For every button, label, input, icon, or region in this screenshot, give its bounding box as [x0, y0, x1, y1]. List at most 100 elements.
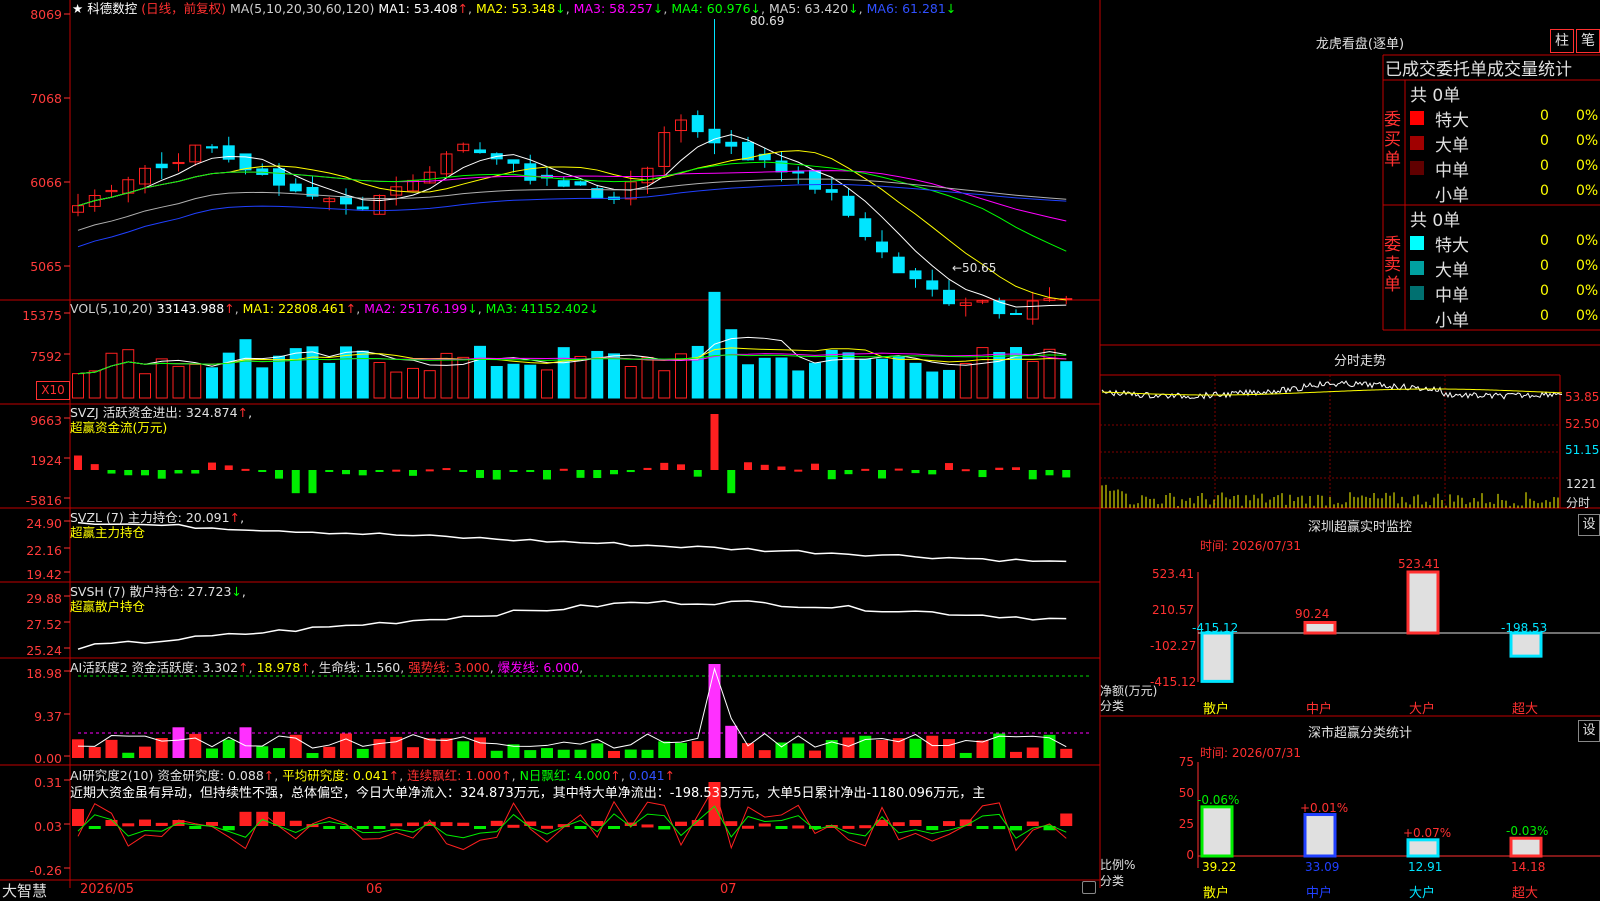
sell-row-name: 小单 [1435, 311, 1469, 331]
sz-class-settings-button[interactable]: 设 [1578, 720, 1600, 742]
sz-monitor-title: 深圳超赢实时监控 [1307, 520, 1412, 535]
chart-mode[interactable]: (日线，前复权) [141, 1, 226, 16]
ai-active-bar [139, 746, 151, 758]
svzj-bar [291, 470, 300, 494]
ai-research-bar [373, 826, 386, 829]
ai-research-bar [490, 820, 503, 826]
svsh-label: SVSH (7) 散户持仓: 27.723 [70, 584, 232, 599]
sz-monitor-ylabel: 523.41 [1152, 567, 1194, 581]
class-change-label: -0.06% [1197, 792, 1240, 807]
svzl-header: SVZL (7) 主力持仓: 20.091↑, [70, 510, 245, 525]
class-value-label: 33.09 [1305, 860, 1340, 874]
ai-active-bar [926, 735, 939, 758]
ai-research-bar [775, 826, 788, 829]
ai-research-bar [440, 822, 453, 826]
ai-research-bar [1010, 826, 1022, 831]
bar-mode-button[interactable]: 柱 [1550, 29, 1574, 53]
monitor-value-label: 523.41 [1398, 557, 1440, 571]
intraday-title: 分时走势 [1333, 354, 1386, 369]
sz-class-title: 深市超赢分类统计 [1307, 726, 1412, 741]
ai-research-nday: N日飘红: 4.000 [519, 768, 611, 783]
ai-active-bar [792, 743, 805, 758]
candle-body [943, 289, 955, 305]
ai-research-bar [155, 822, 168, 826]
vol-unit-badge[interactable]: X10 [36, 381, 70, 400]
candle-body [809, 169, 821, 190]
ma-line [77, 134, 1067, 308]
ai-active-life: 生命线: 1.560 [318, 660, 401, 675]
ai-research-bar [574, 826, 587, 829]
volume-bar [892, 356, 905, 399]
buy-row-name: 大单 [1435, 136, 1469, 156]
intraday-ylabel: 52.50 [1565, 417, 1600, 431]
svzj-bar [626, 470, 635, 473]
ai-active-bar [809, 750, 821, 758]
lock-icon[interactable] [1082, 881, 1096, 894]
star-icon[interactable]: ★ [72, 1, 83, 16]
svzj-bar [811, 463, 819, 470]
class-value-label: 12.91 [1408, 860, 1443, 874]
sz-class-ylabel: 75 [1178, 755, 1194, 769]
svzj-bar [241, 468, 250, 471]
tick-mode-button[interactable]: 笔 [1576, 29, 1600, 53]
sell-row-pct: 0% [1576, 283, 1599, 299]
volume-bar [742, 364, 754, 399]
candle-body [524, 163, 537, 181]
ai-active-bar [658, 741, 671, 758]
svzj-bar [476, 470, 484, 478]
ai-active-bar [675, 742, 687, 758]
svzj-bar [1062, 470, 1071, 478]
svsh-ylabel: 27.52 [26, 617, 62, 632]
sell-total: 共 0单 [1410, 211, 1461, 231]
ai-active-bar [206, 748, 218, 758]
sell-swatch [1410, 311, 1424, 325]
svzj-sub: 超赢资金流(万元) [70, 420, 168, 435]
ai-active-bar [608, 750, 620, 758]
volume-bar [758, 357, 771, 399]
xaxis-label: 2026/05 [80, 882, 135, 897]
ai-active-bar [1026, 747, 1039, 758]
buy-row-pct: 0% [1576, 108, 1599, 124]
svzj-bar [744, 462, 752, 470]
ai-active-bar [524, 750, 537, 758]
ai-research-bar [675, 821, 687, 826]
svzj-bar [693, 470, 702, 477]
ai-research-bar [507, 824, 520, 828]
ai-active-bar [943, 739, 955, 758]
vol-ylabel: 15375 [22, 308, 62, 323]
ai-active-bar [641, 749, 654, 758]
ai-research-bar [926, 826, 939, 831]
ai-research-bar [792, 825, 805, 829]
svzj-bar [593, 470, 602, 479]
volume-bar [909, 362, 922, 399]
ai-research-bar [289, 820, 302, 826]
svzj-bar [258, 470, 267, 472]
ai-active-bar [758, 750, 771, 758]
ai-active-ylabel: 9.37 [34, 709, 62, 724]
ai-active-v2: 18.978 [256, 660, 301, 675]
ai-active-bar [239, 727, 252, 758]
sz-monitor-settings-button[interactable]: 设 [1578, 514, 1600, 536]
sz-class-cat: 分类 [1100, 874, 1125, 888]
candle-body [557, 180, 570, 187]
sell-swatch [1410, 236, 1424, 250]
main-chart-canvas[interactable] [0, 0, 1600, 900]
volume-bar [926, 371, 939, 399]
ai-active-bar [842, 737, 855, 758]
svzj-bar [1045, 470, 1054, 476]
ai-active-bar [122, 752, 135, 758]
ai-active-bar [340, 733, 352, 758]
intraday-vol-label: 1221 [1566, 477, 1597, 491]
volume-bar [1010, 347, 1022, 399]
candle-body [574, 181, 587, 186]
sell-row-pct: 0% [1576, 233, 1599, 249]
volume-bar [139, 373, 151, 399]
svzj-bar [794, 469, 803, 472]
candle-body [356, 206, 369, 210]
svzl-ylabel: 24.90 [26, 516, 62, 531]
sz-class-unit: 比例% [1100, 858, 1136, 872]
buy-row-name: 中单 [1435, 161, 1469, 181]
svzj-bar [526, 470, 535, 472]
volume-bar [373, 362, 386, 399]
svzj-bar [392, 469, 401, 472]
